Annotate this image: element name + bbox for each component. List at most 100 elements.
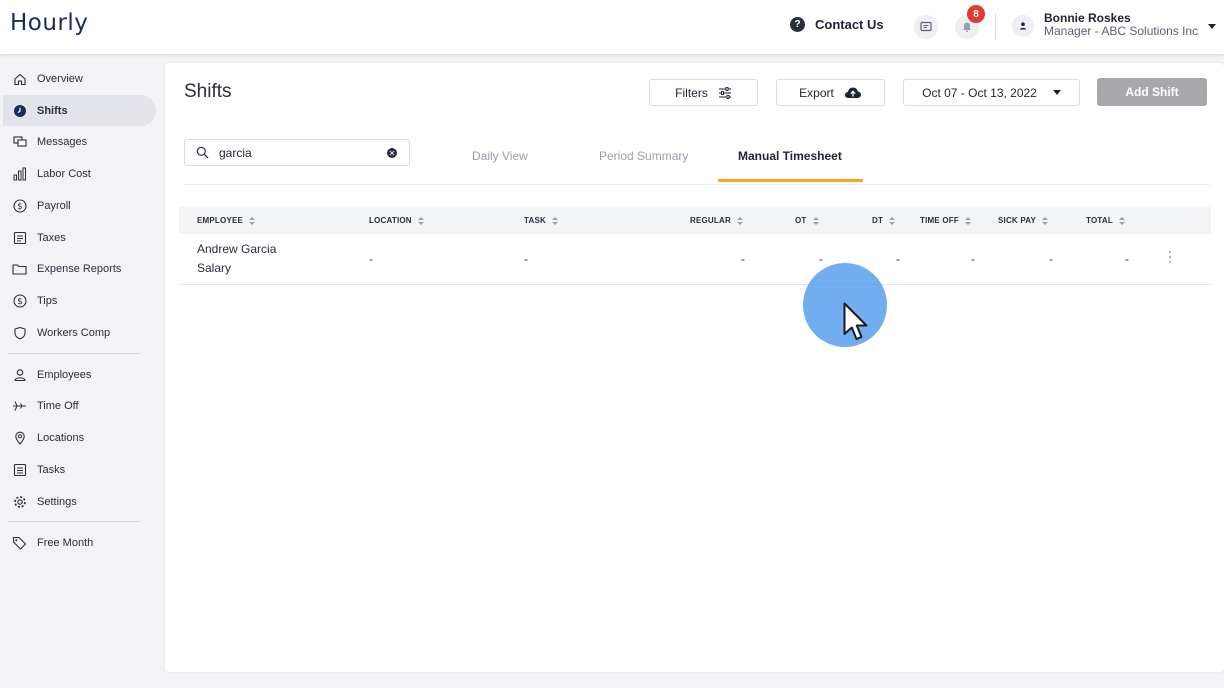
sidebar-item-label: Taxes bbox=[37, 231, 66, 244]
filters-button[interactable]: Filters bbox=[649, 79, 758, 106]
shield-icon bbox=[12, 325, 27, 340]
top-bar: Hourly ? Contact Us 8 Bonnie Roskes Mana… bbox=[0, 0, 1224, 54]
sidebar: Overview Shifts Messages Labor Cost $ Pa… bbox=[0, 54, 165, 688]
column-header-dt[interactable]: DT bbox=[872, 216, 896, 225]
contact-us-button[interactable]: ? Contact Us bbox=[790, 17, 884, 32]
sidebar-item-time-off[interactable]: Time Off bbox=[3, 390, 156, 421]
sidebar-item-label: Expense Reports bbox=[37, 262, 122, 275]
sort-icon bbox=[249, 216, 256, 225]
regular-cell: - bbox=[741, 252, 745, 266]
search-icon bbox=[196, 146, 209, 159]
chevron-down-icon[interactable] bbox=[1208, 24, 1216, 29]
more-options-icon[interactable] bbox=[1169, 251, 1171, 263]
ot-cell: - bbox=[819, 252, 823, 266]
user-role: Manager - ABC Solutions Inc bbox=[1044, 24, 1199, 38]
sort-icon bbox=[1042, 216, 1049, 225]
sort-icon bbox=[964, 216, 971, 225]
messages-button[interactable] bbox=[914, 15, 938, 39]
column-header-task[interactable]: TASK bbox=[524, 216, 558, 225]
column-header-employee[interactable]: EMPLOYEE bbox=[197, 216, 256, 225]
folder-icon bbox=[12, 261, 27, 276]
dollar-circle-icon: $ bbox=[12, 198, 27, 213]
sidebar-item-locations[interactable]: Locations bbox=[3, 422, 156, 453]
filters-label: Filters bbox=[675, 85, 708, 100]
tab-period-summary[interactable]: Period Summary bbox=[599, 149, 688, 163]
sort-icon bbox=[551, 216, 558, 225]
sidebar-item-taxes[interactable]: Taxes bbox=[3, 222, 156, 253]
sidebar-item-workers-comp[interactable]: Workers Comp bbox=[3, 317, 156, 348]
export-label: Export bbox=[799, 85, 834, 100]
column-header-ot[interactable]: OT bbox=[795, 216, 819, 225]
sort-icon bbox=[417, 216, 424, 225]
svg-text:$: $ bbox=[17, 202, 22, 212]
home-icon bbox=[12, 71, 27, 86]
bar-chart-icon bbox=[12, 166, 27, 181]
column-header-regular[interactable]: REGULAR bbox=[690, 216, 743, 225]
sidebar-item-tips[interactable]: $ Tips bbox=[3, 285, 156, 316]
sidebar-item-messages[interactable]: Messages bbox=[3, 126, 156, 157]
sidebar-item-label: Employees bbox=[37, 368, 92, 381]
list-icon bbox=[12, 462, 27, 477]
employee-name: Andrew Garcia bbox=[197, 242, 277, 256]
clear-search-icon[interactable]: ✕ bbox=[387, 148, 397, 158]
sidebar-item-label: Shifts bbox=[37, 104, 68, 117]
sidebar-item-label: Tasks bbox=[37, 463, 66, 476]
mouse-pointer-icon bbox=[843, 302, 868, 340]
date-range-label: Oct 07 - Oct 13, 2022 bbox=[922, 85, 1037, 100]
sort-icon bbox=[812, 216, 819, 225]
sidebar-item-label: Overview bbox=[37, 72, 83, 85]
sidebar-divider bbox=[8, 353, 140, 354]
sidebar-item-label: Locations bbox=[37, 431, 85, 444]
person-icon bbox=[12, 367, 27, 382]
date-range-select[interactable]: Oct 07 - Oct 13, 2022 bbox=[903, 79, 1080, 106]
task-cell: - bbox=[524, 252, 528, 266]
sort-icon bbox=[889, 216, 896, 225]
svg-text:$: $ bbox=[17, 297, 22, 307]
column-header-location[interactable]: LOCATION bbox=[369, 216, 424, 225]
dt-cell: - bbox=[896, 252, 900, 266]
tab-manual-timesheet[interactable]: Manual Timesheet bbox=[738, 149, 842, 163]
sidebar-item-labor-cost[interactable]: Labor Cost bbox=[3, 158, 156, 189]
sidebar-item-tasks[interactable]: Tasks bbox=[3, 454, 156, 485]
table-row[interactable]: Andrew Garcia Salary - - - - - - - - bbox=[179, 234, 1211, 285]
sidebar-item-free-month[interactable]: Free Month bbox=[3, 527, 156, 558]
bell-icon bbox=[963, 22, 971, 32]
contact-us-label: Contact Us bbox=[815, 17, 884, 32]
chevron-down-icon bbox=[1052, 90, 1061, 95]
sidebar-item-label: Settings bbox=[37, 495, 77, 508]
document-icon bbox=[12, 230, 27, 245]
sidebar-item-label: Messages bbox=[37, 135, 88, 148]
user-menu[interactable]: Bonnie Roskes Manager - ABC Solutions In… bbox=[1012, 12, 1198, 38]
sick-pay-cell: - bbox=[1049, 252, 1053, 266]
column-header-sick-pay[interactable]: SICK PAY bbox=[998, 216, 1049, 225]
table-header: EMPLOYEE LOCATION TASK REGULAR OT DT TIM… bbox=[179, 207, 1211, 234]
sidebar-item-employees[interactable]: Employees bbox=[3, 359, 156, 390]
location-cell: - bbox=[369, 252, 373, 266]
export-button[interactable]: Export bbox=[776, 79, 885, 106]
sidebar-item-payroll[interactable]: $ Payroll bbox=[3, 190, 156, 221]
time-off-cell: - bbox=[971, 252, 975, 266]
plane-icon bbox=[12, 398, 27, 413]
sidebar-item-expense-reports[interactable]: Expense Reports bbox=[3, 253, 156, 284]
pin-icon bbox=[12, 430, 27, 445]
active-tab-indicator bbox=[718, 179, 863, 182]
tab-daily-view[interactable]: Daily View bbox=[472, 149, 528, 163]
app-logo[interactable]: Hourly bbox=[10, 10, 88, 36]
sliders-icon bbox=[718, 86, 731, 99]
search-box: garcia ✕ bbox=[184, 139, 410, 166]
add-shift-button[interactable]: Add Shift bbox=[1097, 78, 1207, 106]
sidebar-divider bbox=[8, 521, 140, 522]
header-divider bbox=[995, 14, 996, 40]
search-input[interactable]: garcia bbox=[219, 146, 409, 160]
sidebar-item-settings[interactable]: Settings bbox=[3, 486, 156, 517]
help-icon: ? bbox=[790, 17, 805, 32]
notification-count-badge: 8 bbox=[967, 5, 985, 23]
column-header-time-off[interactable]: TIME OFF bbox=[920, 216, 971, 225]
tag-icon bbox=[12, 535, 27, 550]
person-icon bbox=[1019, 22, 1027, 30]
chat-icon bbox=[920, 21, 932, 32]
sidebar-item-overview[interactable]: Overview bbox=[3, 63, 156, 94]
sidebar-item-label: Payroll bbox=[37, 199, 71, 212]
column-header-total[interactable]: TOTAL bbox=[1086, 216, 1125, 225]
sidebar-item-shifts[interactable]: Shifts bbox=[3, 95, 156, 126]
